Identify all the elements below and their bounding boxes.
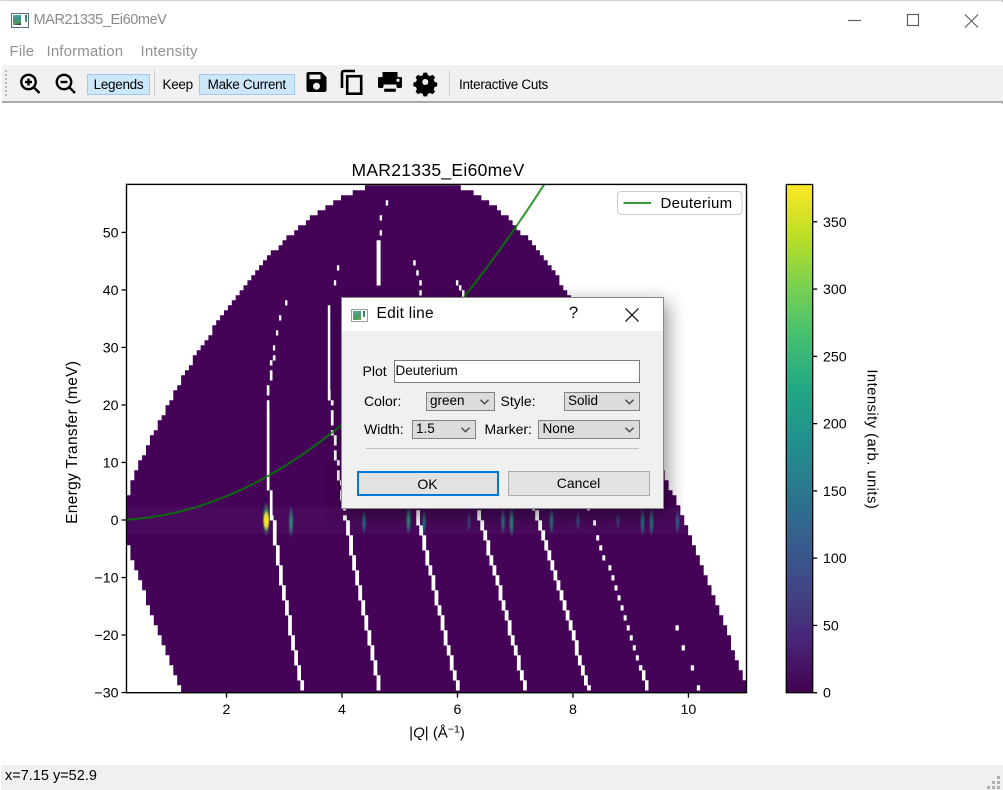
svg-text:100: 100 <box>823 551 847 567</box>
svg-text:10: 10 <box>681 702 697 718</box>
svg-text:10: 10 <box>103 455 119 471</box>
svg-text:0: 0 <box>823 686 831 702</box>
svg-text:6: 6 <box>454 702 462 718</box>
svg-text:150: 150 <box>823 484 847 500</box>
svg-text:8: 8 <box>569 702 577 718</box>
svg-text:40: 40 <box>103 283 119 299</box>
svg-text:2: 2 <box>223 702 231 718</box>
svg-text:Deuterium: Deuterium <box>661 195 733 212</box>
svg-text:Energy Transfer (meV): Energy Transfer (meV) <box>64 361 81 524</box>
svg-text:50: 50 <box>823 618 839 634</box>
svg-text:350: 350 <box>823 215 847 231</box>
svg-text:|Q| (Å−1): |Q| (Å−1) <box>409 723 465 741</box>
svg-text:0: 0 <box>111 513 119 529</box>
svg-text:−10: −10 <box>94 571 118 587</box>
svg-text:30: 30 <box>103 340 119 356</box>
svg-text:4: 4 <box>338 702 346 718</box>
svg-text:200: 200 <box>823 417 847 433</box>
svg-text:250: 250 <box>823 349 847 365</box>
svg-text:20: 20 <box>103 398 119 414</box>
svg-text:Intensity (arb. units): Intensity (arb. units) <box>863 369 879 509</box>
svg-text:300: 300 <box>823 282 847 298</box>
svg-text:50: 50 <box>103 225 119 241</box>
svg-text:−20: −20 <box>94 628 118 644</box>
svg-text:MAR21335_Ei60meV: MAR21335_Ei60meV <box>351 160 524 181</box>
svg-text:−30: −30 <box>94 686 118 702</box>
